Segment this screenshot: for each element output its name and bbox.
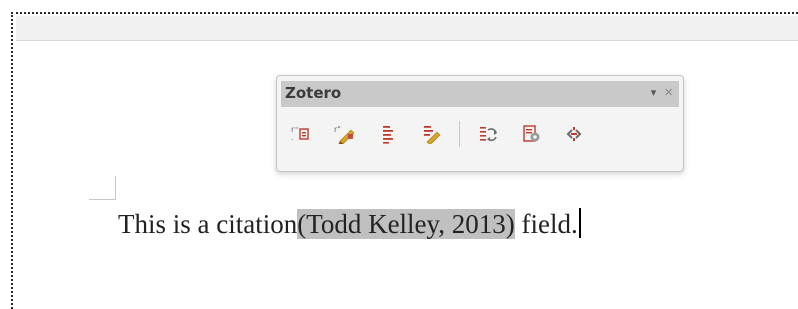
edit-bibliography-button[interactable] — [416, 119, 446, 149]
svg-text:r": r" — [334, 125, 341, 134]
add-edit-bibliography-icon: r" — [334, 125, 355, 144]
titlebar-controls: ▾ × — [651, 84, 673, 101]
zotero-button-row: r " . r" — [287, 118, 602, 150]
insert-bibliography-button[interactable] — [373, 119, 403, 149]
paragraph-text-tail: field. — [514, 209, 578, 239]
page-header-strip — [16, 16, 798, 41]
document-preferences-icon — [523, 125, 540, 142]
zotero-toolbar[interactable]: Zotero ▾ × r " . r" — [276, 75, 684, 172]
citation-field[interactable]: (Todd Kelley, 2013) — [297, 209, 515, 239]
insert-bibliography-icon — [383, 126, 393, 144]
toolbar-title: Zotero — [285, 84, 342, 102]
document-window: This is a citation(Todd Kelley, 2013) fi… — [0, 0, 798, 309]
add-edit-citation-icon: r " . — [291, 125, 309, 142]
unlink-citations-button[interactable] — [559, 119, 589, 149]
refresh-icon — [480, 127, 497, 142]
page-border-left — [11, 12, 13, 309]
chevron-down-icon[interactable]: ▾ — [651, 86, 657, 99]
text-cursor — [578, 208, 581, 238]
svg-text:": " — [295, 126, 298, 134]
paragraph-text: This is a citation — [118, 209, 298, 239]
text-boundary-corner — [89, 176, 116, 200]
document-paragraph[interactable]: This is a citation(Todd Kelley, 2013) fi… — [118, 205, 581, 243]
toolbar-separator — [459, 121, 460, 147]
close-icon[interactable]: × — [664, 84, 673, 101]
refresh-button[interactable] — [473, 119, 503, 149]
svg-text:.: . — [291, 133, 294, 142]
add-edit-citation-button[interactable]: r " . — [287, 119, 317, 149]
add-edit-bibliography-button[interactable]: r" — [330, 119, 360, 149]
unlink-citations-icon — [566, 127, 582, 141]
zotero-titlebar[interactable]: Zotero ▾ × — [281, 81, 679, 107]
document-preferences-button[interactable] — [516, 119, 546, 149]
edit-bibliography-icon — [424, 126, 441, 144]
page-border-top — [11, 12, 798, 14]
